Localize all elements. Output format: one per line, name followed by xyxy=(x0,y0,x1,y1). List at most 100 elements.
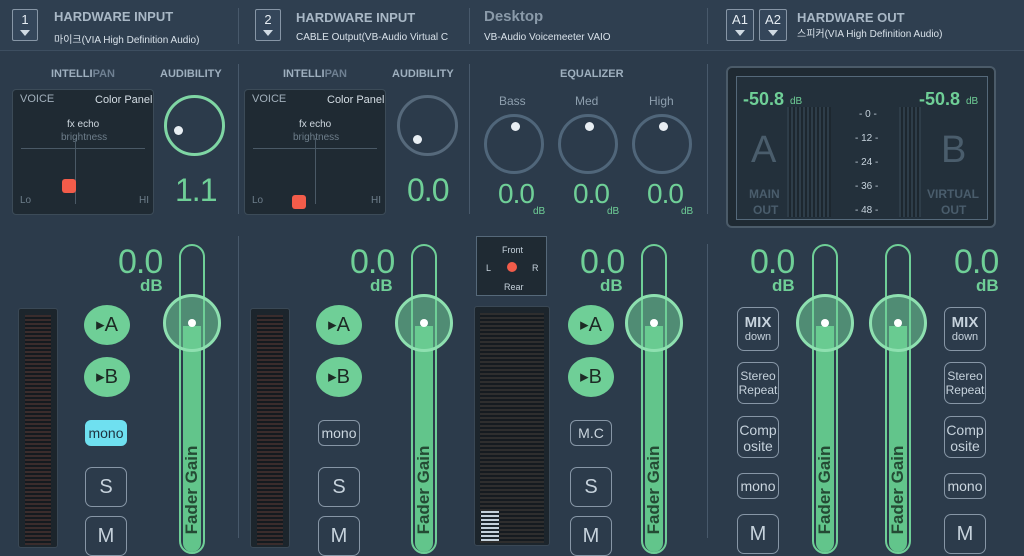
repeat-label: Repeat xyxy=(738,383,778,397)
master-vu-display: -50.8 dB -50.8 dB A B MAIN OUT VIRTUAL O… xyxy=(726,66,996,228)
high-knob[interactable] xyxy=(632,114,692,174)
scale-0: - 0 - xyxy=(859,109,877,120)
strip2-mono-button[interactable]: mono xyxy=(318,420,360,446)
virtual-fader-knob[interactable] xyxy=(625,294,683,352)
right-label: R xyxy=(532,263,539,273)
stereo-label: Stereo xyxy=(947,369,983,383)
stereo-label: Stereo xyxy=(740,369,776,383)
divider xyxy=(238,236,239,538)
lo-label: Lo xyxy=(252,195,264,206)
strip2-bus-b-button[interactable]: ▶B xyxy=(316,357,362,397)
meter-leds xyxy=(480,313,544,543)
strip1-number: 1 xyxy=(21,12,29,27)
a2-composite-button[interactable]: Comp osite xyxy=(944,416,986,458)
a2-gain-unit: dB xyxy=(976,276,999,295)
strip1-solo-button[interactable]: S xyxy=(85,467,127,507)
a1-device-select[interactable]: A1 xyxy=(726,9,754,41)
strip2-device-select[interactable]: 2 xyxy=(255,9,281,41)
strip1-fader-knob[interactable] xyxy=(163,294,221,352)
virtual-bus-a-button[interactable]: ▶A xyxy=(568,305,614,345)
strip1-audibility-label: AUDIBILITY xyxy=(160,68,222,80)
color-panel-label: Color Panel xyxy=(327,94,385,106)
virtual-mc-button[interactable]: M.C xyxy=(570,420,612,446)
chevron-down-icon xyxy=(768,30,778,36)
osite-label: osite xyxy=(950,438,980,454)
left-label: L xyxy=(486,263,492,273)
fader-knob-dot xyxy=(821,319,829,327)
strip1-device-select[interactable]: 1 xyxy=(12,9,38,41)
a1-stereo-repeat-button[interactable]: Stereo Repeat xyxy=(737,362,779,404)
strip1-intellipan-panel[interactable]: VOICE Color Panel fx echo brightness Lo … xyxy=(12,89,154,215)
a2-mixdown-button[interactable]: MIX down xyxy=(944,307,986,351)
strip2-audibility-knob[interactable] xyxy=(397,95,458,156)
strip2-fader-knob[interactable] xyxy=(395,294,453,352)
strip1-fader-track[interactable]: Fader Gain xyxy=(179,244,205,554)
knob-indicator xyxy=(585,122,594,131)
scale-24: - 24 - xyxy=(855,157,879,168)
a1-fader-knob[interactable] xyxy=(796,294,854,352)
surround-panner[interactable]: Front L R Rear xyxy=(476,236,547,296)
pan-position-marker[interactable] xyxy=(62,179,76,193)
strip1-audibility-value: 1.1 xyxy=(175,172,217,208)
a2-device-select[interactable]: A2 xyxy=(759,9,787,41)
out-device-name: 스피커(VIA High Definition Audio) xyxy=(797,29,943,40)
a2-fader-knob[interactable] xyxy=(869,294,927,352)
high-value: 0.0 xyxy=(647,178,684,209)
level-b-value: -50.8 xyxy=(919,89,961,109)
a2-mute-button[interactable]: M xyxy=(944,514,986,554)
virtual-fader-track[interactable]: Fader Gain xyxy=(641,244,667,554)
a2-label: A2 xyxy=(765,12,781,27)
a1-composite-button[interactable]: Comp osite xyxy=(737,416,779,458)
a2-mono-button[interactable]: mono xyxy=(944,473,986,499)
knob-indicator xyxy=(659,122,668,131)
down-label: down xyxy=(951,331,979,343)
chevron-down-icon xyxy=(735,30,745,36)
strip2-fader-track[interactable]: Fader Gain xyxy=(411,244,437,554)
strip1-bus-a-button[interactable]: ▶A xyxy=(84,305,130,345)
big-b-label: B xyxy=(941,129,967,171)
mix-label: MIX xyxy=(744,314,772,331)
strip1-bus-b-button[interactable]: ▶B xyxy=(84,357,130,397)
strip2-solo-button[interactable]: S xyxy=(318,467,360,507)
a1-fader-track[interactable]: Fader Gain xyxy=(812,244,838,554)
pan-axis-v xyxy=(315,138,316,204)
fader-gain-label: Fader Gain xyxy=(815,445,834,535)
med-knob[interactable] xyxy=(558,114,618,174)
virtual-bus-b-button[interactable]: ▶B xyxy=(568,357,614,397)
down-label: down xyxy=(744,331,772,343)
hi-label: HI xyxy=(139,195,149,206)
a1-mute-button[interactable]: M xyxy=(737,514,779,554)
strip2-intellipan-panel[interactable]: VOICE Color Panel fx echo brightness Lo … xyxy=(244,89,386,215)
meter-leds xyxy=(25,315,51,545)
a1-mono-button[interactable]: mono xyxy=(737,473,779,499)
fader-gain-label: Fader Gain xyxy=(888,445,907,535)
bass-knob[interactable] xyxy=(484,114,544,174)
strip2-bus-a-button[interactable]: ▶A xyxy=(316,305,362,345)
virtual-mute-button[interactable]: M xyxy=(570,516,612,556)
out-title: HARDWARE OUT xyxy=(797,10,905,25)
strip1-mute-button[interactable]: M xyxy=(85,516,127,556)
divider xyxy=(707,8,708,44)
strip1-audibility-knob[interactable] xyxy=(164,95,225,156)
play-icon: ▶ xyxy=(96,371,105,384)
strip2-mute-button[interactable]: M xyxy=(318,516,360,556)
med-db-unit: dB xyxy=(607,206,620,217)
repeat-label: Repeat xyxy=(945,383,985,397)
main-label: MAIN xyxy=(749,187,780,201)
virtual-solo-button[interactable]: S xyxy=(570,467,612,507)
strip2-title: HARDWARE INPUT xyxy=(296,10,416,25)
big-a-label: A xyxy=(751,129,777,171)
strip1-intellipan-label: INTELLIPAN xyxy=(51,68,115,80)
brightness-label: brightness xyxy=(61,132,108,143)
main-out-label: OUT xyxy=(753,203,779,217)
pan-position-marker[interactable] xyxy=(292,195,306,209)
divider xyxy=(469,64,470,214)
strip1-device-name: 마이크(VIA High Definition Audio) xyxy=(54,35,200,46)
a2-stereo-repeat-button[interactable]: Stereo Repeat xyxy=(944,362,986,404)
a1-mixdown-button[interactable]: MIX down xyxy=(737,307,779,351)
surround-position-marker[interactable] xyxy=(507,262,517,272)
osite-label: osite xyxy=(743,438,773,454)
strip2-audibility-value: 0.0 xyxy=(407,172,449,208)
strip1-mono-button[interactable]: mono xyxy=(85,420,127,446)
a2-fader-track[interactable]: Fader Gain xyxy=(885,244,911,554)
